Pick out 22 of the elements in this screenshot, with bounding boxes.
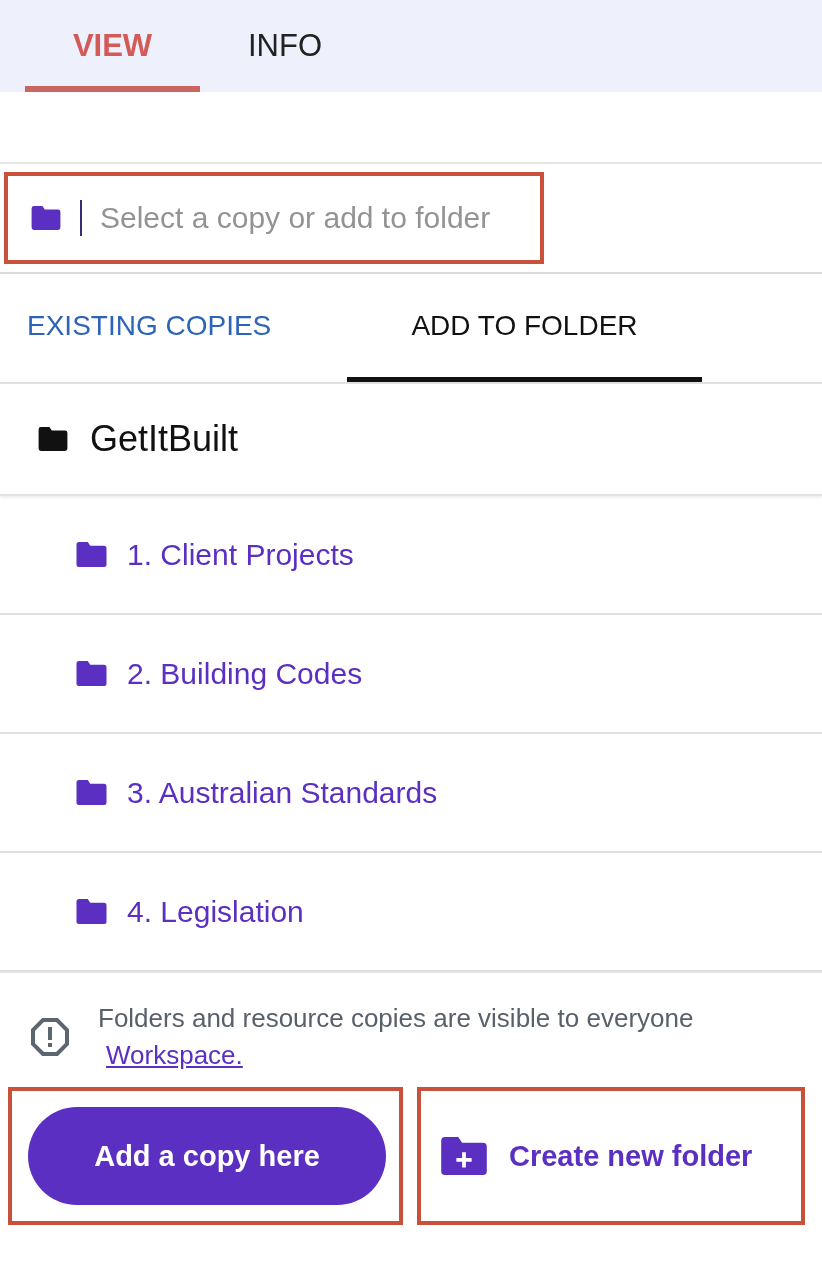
folder-link[interactable]: 1. Client Projects bbox=[127, 537, 354, 572]
folder-icon bbox=[76, 780, 107, 805]
tab[interactable]: EXISTING COPIES bbox=[27, 274, 309, 382]
notice-text: Folders and resource copies are visible to everyone bbox=[98, 1003, 694, 1034]
warning-icon bbox=[30, 1017, 70, 1057]
add-copy-button[interactable]: Add a copy here bbox=[28, 1107, 386, 1205]
folder-link[interactable]: 2. Building Codes bbox=[127, 656, 363, 691]
folder-row[interactable]: GetItBuilt bbox=[0, 384, 822, 496]
tab[interactable]: ADD TO FOLDER bbox=[347, 274, 702, 382]
folder-icon bbox=[30, 206, 62, 230]
folder-icon bbox=[38, 427, 68, 451]
workspace-link[interactable]: Workspace. bbox=[106, 1040, 243, 1071]
text-cursor bbox=[80, 200, 82, 236]
folder-icon bbox=[76, 661, 107, 686]
add-folder-icon bbox=[441, 1137, 487, 1175]
create-folder-button[interactable]: Create new folder bbox=[441, 1137, 753, 1175]
folder-link[interactable]: 4. Legislation bbox=[127, 894, 304, 929]
folder-icon bbox=[76, 899, 107, 924]
folder-link[interactable]: 3. Australian Standards bbox=[127, 775, 438, 810]
folder-icon bbox=[76, 542, 107, 567]
folder-name: GetItBuilt bbox=[90, 418, 239, 460]
tab[interactable]: INFO bbox=[200, 0, 370, 92]
